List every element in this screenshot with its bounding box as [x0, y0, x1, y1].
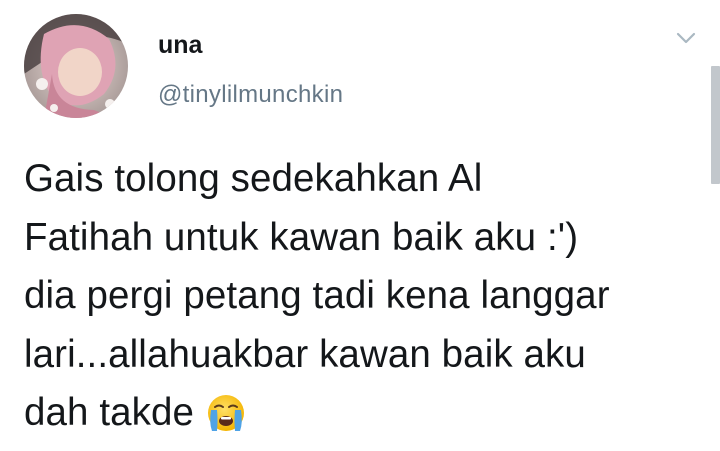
tweet-text-line: Fatihah untuk kawan baik aku :'): [24, 215, 579, 259]
tweet-text: Gais tolong sedekahkan Al Fatihah untuk …: [24, 150, 704, 443]
avatar-photo: [24, 14, 128, 118]
chevron-down-icon[interactable]: [672, 28, 700, 48]
author-handle[interactable]: @tinylilmunchkin: [158, 80, 343, 110]
tweet-text-line: dah takde: [24, 391, 195, 434]
tweet-text-line: lari...allahuakbar kawan baik aku: [24, 332, 586, 376]
profile-avatar[interactable]: [24, 14, 128, 118]
tweet-text-line: Gais tolong sedekahkan Al: [24, 157, 483, 200]
scrollbar[interactable]: [711, 66, 720, 184]
author-display-name[interactable]: una: [158, 30, 202, 60]
tweet-text-line-last: dah takde: [24, 384, 704, 443]
tweet-text-line: dia pergi petang tadi kena langgar: [24, 274, 610, 317]
crying-face-icon: [206, 392, 246, 432]
